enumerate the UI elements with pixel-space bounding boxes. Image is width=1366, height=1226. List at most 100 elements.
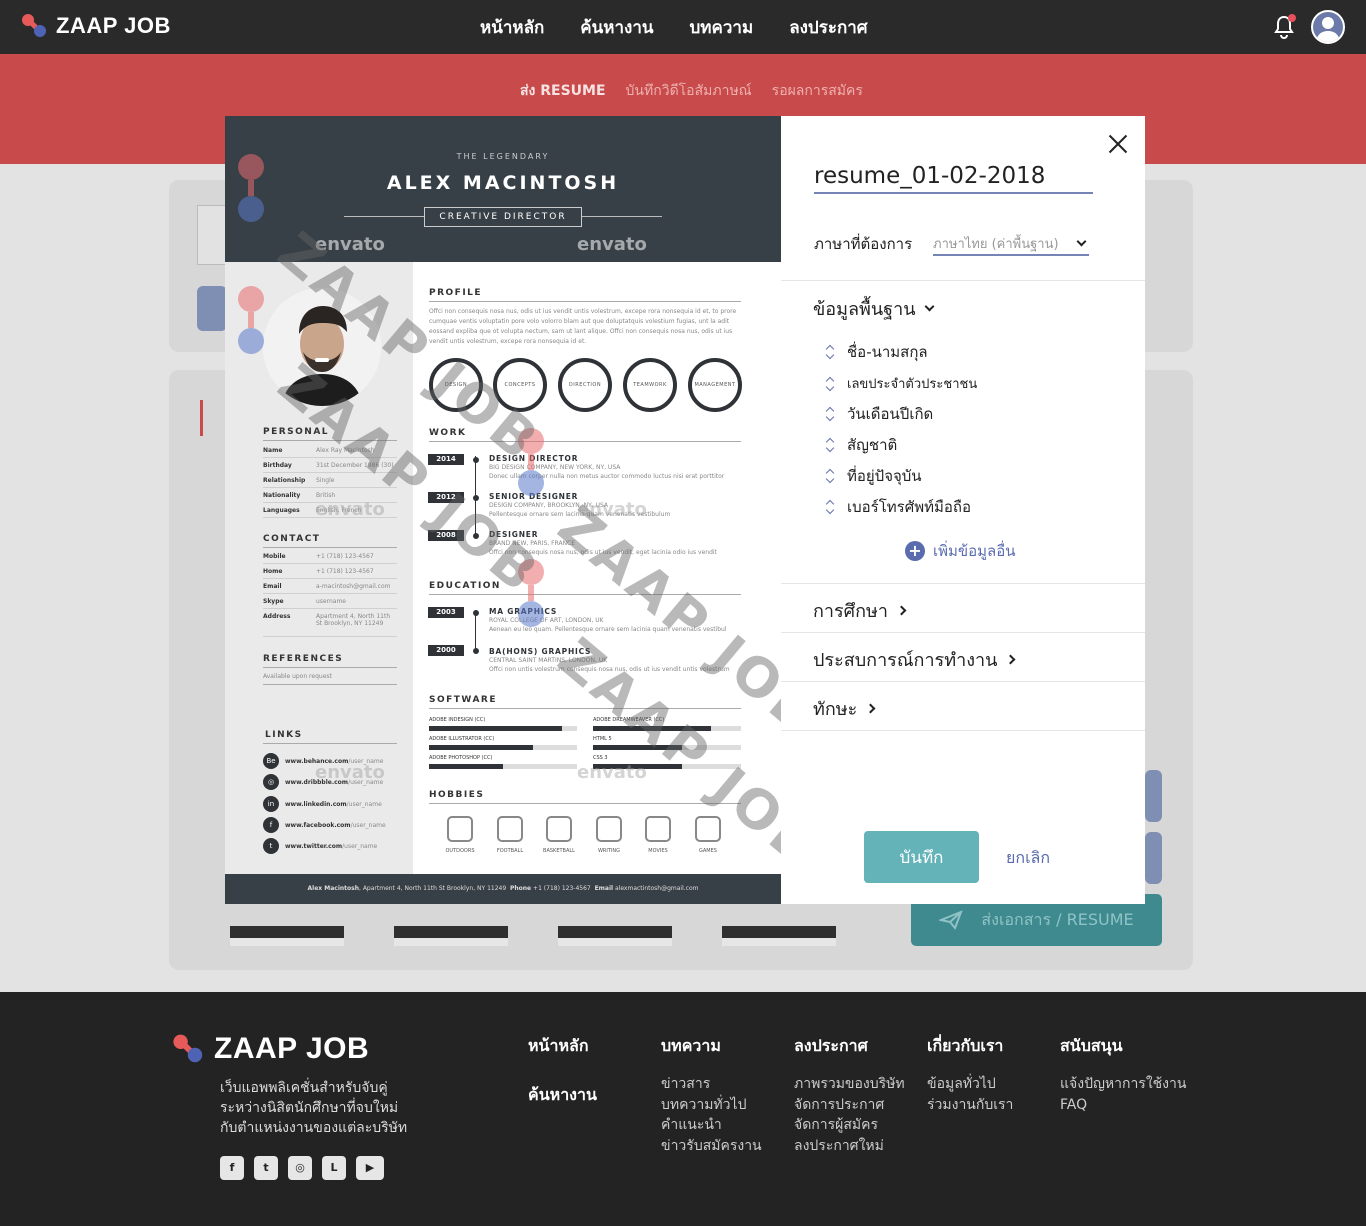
- contact-row: Home +1 (718) 123-4567: [263, 568, 397, 579]
- resume-thumbnail[interactable]: [558, 926, 672, 946]
- resume-filename-input[interactable]: [814, 160, 1093, 194]
- logo-icon: [22, 13, 48, 39]
- field-birthdate[interactable]: วันเดือนปีเกิด: [825, 402, 933, 426]
- language-selected-value: ภาษาไทย (ค่าพื้นฐาน): [933, 236, 1059, 252]
- field-address[interactable]: ที่อยู่ปัจจุบัน: [825, 464, 922, 488]
- footer-link[interactable]: ภาพรวมของบริษัท: [794, 1074, 905, 1095]
- resume-thumbnail[interactable]: [230, 926, 344, 946]
- resume-thumbnail[interactable]: [394, 926, 508, 946]
- envato-watermark: envato: [577, 234, 647, 255]
- chevron-down-icon: [1076, 236, 1087, 246]
- divider: [263, 743, 397, 744]
- twitter-link[interactable]: t www.twitter.com/user_name: [263, 838, 377, 854]
- divider: [263, 667, 397, 668]
- software-skill: ADOBE PHOTOSHOP (CC): [429, 755, 577, 769]
- reorder-icon[interactable]: [825, 469, 835, 483]
- hobby-movies: MOVIES: [638, 816, 678, 854]
- footer-link[interactable]: แจ้งปัญหาการใช้งาน: [1060, 1074, 1186, 1095]
- footer-col-list: ข่าวสาร บทความทั่วไป คำแนะนำ ข่าวรับสมัค…: [661, 1074, 762, 1156]
- nav-post-job[interactable]: ลงประกาศ: [789, 14, 867, 41]
- education-toggle[interactable]: การศึกษา: [813, 596, 907, 625]
- software-skill: ADOBE INDESIGN (CC): [429, 717, 577, 731]
- footer-link-home[interactable]: หน้าหลัก: [528, 1034, 589, 1059]
- skills-toggle[interactable]: ทักษะ: [813, 694, 876, 723]
- reorder-icon[interactable]: [825, 377, 835, 391]
- footer-col-title: สนับสนุน: [1060, 1036, 1123, 1055]
- footer-link[interactable]: คำแนะนำ: [661, 1115, 762, 1136]
- football-icon: [497, 816, 523, 842]
- cancel-button[interactable]: ยกเลิก: [1006, 846, 1050, 871]
- divider: [263, 547, 397, 548]
- footer-link[interactable]: ข้อมูลทั่วไป: [927, 1074, 1013, 1095]
- main-nav: หน้าหลัก ค้นหางาน บทความ ลงประกาศ: [480, 0, 868, 54]
- experience-toggle[interactable]: ประสบการณ์การทำงาน: [813, 645, 1016, 674]
- chevron-right-icon: [896, 605, 907, 616]
- footer-link[interactable]: บทความทั่วไป: [661, 1095, 762, 1116]
- footer-col-list: ภาพรวมของบริษัท จัดการประกาศ จัดการผู้สม…: [794, 1074, 905, 1156]
- nav-articles[interactable]: บทความ: [690, 14, 754, 41]
- behance-icon: Be: [263, 753, 279, 769]
- divider: [781, 583, 1145, 584]
- basketball-icon: [546, 816, 572, 842]
- footer-link[interactable]: ข่าวรับสมัครงาน: [661, 1136, 762, 1157]
- save-button[interactable]: บันทึก: [864, 831, 979, 883]
- timeline-dot: [473, 457, 479, 463]
- field-nationality[interactable]: สัญชาติ: [825, 433, 897, 457]
- clapperboard-icon: [645, 816, 671, 842]
- divider: [781, 280, 1145, 281]
- timeline-dot: [473, 610, 479, 616]
- facebook-link[interactable]: f www.facebook.com/user_name: [263, 817, 386, 833]
- instagram-icon[interactable]: ◎: [288, 1156, 312, 1180]
- field-full-name[interactable]: ชื่อ-นามสกุล: [825, 340, 928, 364]
- footer-link[interactable]: ข่าวสาร: [661, 1074, 762, 1095]
- timeline-dot: [473, 648, 479, 654]
- footer-link[interactable]: ลงประกาศใหม่: [794, 1136, 905, 1157]
- step-wait-result: รอผลการสมัคร: [771, 83, 863, 99]
- add-more-info-button[interactable]: + เพิ่มข้อมูลอื่น: [905, 539, 1016, 563]
- notification-dot: [1288, 14, 1296, 22]
- contact-row: Mobile +1 (718) 123-4567: [263, 553, 397, 564]
- language-select[interactable]: ภาษาไทย (ค่าพื้นฐาน): [933, 230, 1089, 256]
- twitter-icon[interactable]: t: [254, 1156, 278, 1180]
- divider: [781, 632, 1145, 633]
- references-title: REFERENCES: [263, 654, 344, 664]
- footer-link[interactable]: จัดการประกาศ: [794, 1095, 905, 1116]
- background-calendar-button: [197, 286, 227, 331]
- resume-subtitle: THE LEGENDARY: [456, 152, 550, 161]
- skill-ring: MANAGEMENT: [688, 358, 742, 412]
- watermark-pin-icon: [238, 286, 264, 354]
- divider: [429, 803, 741, 804]
- field-mobile[interactable]: เบอร์โทรศัพท์มือถือ: [825, 495, 971, 519]
- reorder-icon[interactable]: [825, 438, 835, 452]
- linkedin-link[interactable]: in www.linkedin.com/user_name: [263, 796, 382, 812]
- youtube-icon[interactable]: ▶: [356, 1156, 384, 1180]
- facebook-icon[interactable]: f: [220, 1156, 244, 1180]
- skill-ring: DIRECTION: [558, 358, 612, 412]
- facebook-icon: f: [263, 817, 279, 833]
- footer-link[interactable]: FAQ: [1060, 1095, 1186, 1116]
- nav-home[interactable]: หน้าหลัก: [480, 14, 544, 41]
- footer-logo[interactable]: ZAAP JOB: [173, 1032, 370, 1066]
- close-icon[interactable]: [1106, 132, 1130, 156]
- footer-link[interactable]: ร่วมงานกับเรา: [927, 1095, 1013, 1116]
- footer-link[interactable]: จัดการผู้สมัคร: [794, 1115, 905, 1136]
- social-links: f t ◎ L ▶: [220, 1156, 384, 1180]
- background-company-logo: [197, 205, 227, 265]
- brand-logo[interactable]: ZAAP JOB: [22, 13, 171, 39]
- footer-description: เว็บแอพพลิเคชั่นสำหรับจับคู่ ระหว่างนิสิ…: [220, 1080, 408, 1136]
- footer-link-find-jobs[interactable]: ค้นหางาน: [528, 1083, 597, 1108]
- line-icon[interactable]: L: [322, 1156, 346, 1180]
- reorder-icon[interactable]: [825, 500, 835, 514]
- reorder-icon[interactable]: [825, 345, 835, 359]
- reorder-icon[interactable]: [825, 407, 835, 421]
- timeline: [475, 610, 476, 652]
- resume-thumbnail[interactable]: [722, 926, 836, 946]
- chevron-right-icon: [1005, 654, 1016, 665]
- notification-bell-icon[interactable]: [1272, 14, 1296, 40]
- education-label: การศึกษา: [813, 601, 888, 622]
- field-national-id[interactable]: เลขประจำตัวประชาชน: [825, 373, 977, 394]
- user-avatar[interactable]: [1311, 10, 1345, 44]
- basic-info-toggle[interactable]: ข้อมูลพื้นฐาน: [813, 294, 934, 323]
- footer-brand-name: ZAAP JOB: [214, 1032, 370, 1065]
- nav-find-jobs[interactable]: ค้นหางาน: [580, 14, 653, 41]
